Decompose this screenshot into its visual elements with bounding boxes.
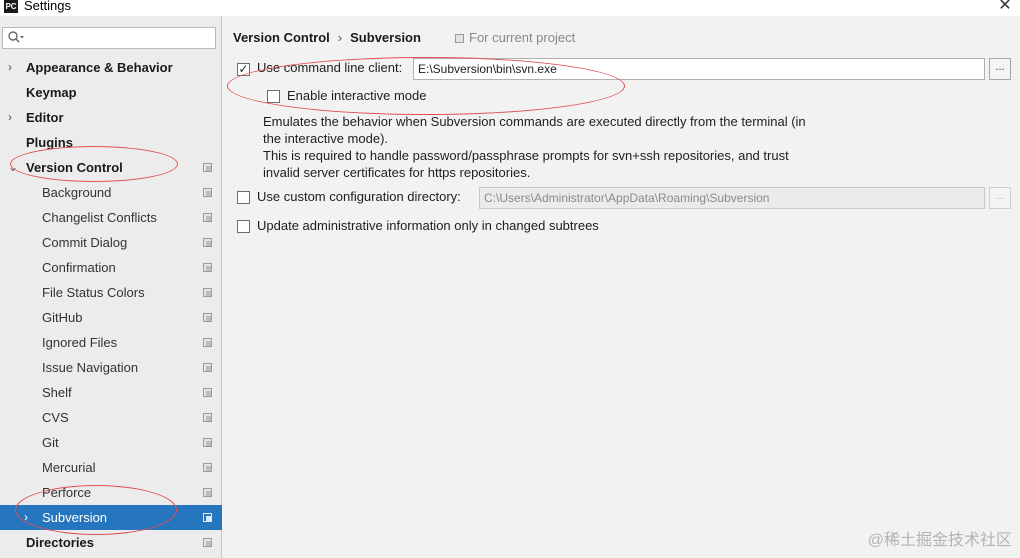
description-line: the interactive mode). <box>263 131 389 146</box>
sidebar-item-subversion[interactable]: › Subversion <box>0 505 222 530</box>
sidebar-item-appearance-behavior[interactable]: › Appearance & Behavior <box>0 55 222 80</box>
project-scope-icon <box>203 313 212 322</box>
chevron-right-icon[interactable]: › <box>24 505 28 530</box>
browse-svn-button[interactable]: ... <box>989 58 1011 80</box>
breadcrumb: Version Control › Subversion For current p… <box>233 30 575 48</box>
config-dir-field[interactable] <box>479 187 985 209</box>
breadcrumb-current: Subversion <box>350 30 421 45</box>
project-scope-icon <box>455 34 464 43</box>
sidebar-item-label: CVS <box>42 410 69 425</box>
update-admin-label[interactable]: Update administrative information only i… <box>257 218 599 233</box>
custom-config-label[interactable]: Use custom configuration directory: <box>257 189 461 204</box>
project-scope-icon <box>203 263 212 272</box>
project-scope-icon <box>203 513 212 522</box>
watermark: @稀土掘金技术社区 <box>867 532 1012 549</box>
sidebar-item-label: Confirmation <box>42 260 116 275</box>
command-line-label[interactable]: Use command line client: <box>257 60 402 75</box>
custom-config-checkbox[interactable] <box>237 191 250 204</box>
settings-sidebar: › Appearance & Behavior Keymap › Editor Plugi… <box>0 16 222 558</box>
sidebar-item-changelist-conflicts[interactable]: Changelist Conflicts <box>0 205 222 230</box>
sidebar-item-mercurial[interactable]: Mercurial <box>0 455 222 480</box>
sidebar-item-label: File Status Colors <box>42 285 145 300</box>
scope-label: For current project <box>469 30 576 45</box>
project-scope-icon <box>203 163 212 172</box>
search-box[interactable] <box>2 27 216 49</box>
interactive-mode-checkbox[interactable] <box>267 90 280 103</box>
command-line-checkbox[interactable]: ✓ <box>237 63 250 76</box>
sidebar-item-file-status-colors[interactable]: File Status Colors <box>0 280 222 305</box>
window-title: Settings <box>24 0 71 13</box>
project-scope-icon <box>203 338 212 347</box>
svn-path-field[interactable] <box>413 58 985 80</box>
search-icon <box>7 30 25 46</box>
sidebar-item-label: Appearance & Behavior <box>26 60 173 75</box>
sidebar-item-label: Plugins <box>26 135 73 150</box>
close-icon[interactable]: ✕ <box>994 0 1016 16</box>
description-line: This is required to handle password/pass… <box>263 148 789 163</box>
breadcrumb-parent[interactable]: Version Control <box>233 30 330 45</box>
sidebar-item-directories[interactable]: Directories <box>0 530 222 555</box>
sidebar-item-label: Commit Dialog <box>42 235 128 250</box>
project-scope-icon <box>203 213 212 222</box>
title-bar: PC Settings ✕ <box>0 0 1020 16</box>
sidebar-item-plugins[interactable]: Plugins <box>0 130 222 155</box>
sidebar-item-shelf[interactable]: Shelf <box>0 380 222 405</box>
sidebar-item-confirmation[interactable]: Confirmation <box>0 255 222 280</box>
app-icon: PC <box>4 0 18 13</box>
sidebar-item-perforce[interactable]: Perforce <box>0 480 222 505</box>
project-scope-icon <box>203 463 212 472</box>
project-scope-icon <box>203 413 212 422</box>
sidebar-item-editor[interactable]: › Editor <box>0 105 222 130</box>
settings-tree: › Appearance & Behavior Keymap › Editor Plugi… <box>0 55 222 555</box>
search-input[interactable] <box>29 30 209 46</box>
sidebar-item-label: Subversion <box>42 510 108 525</box>
breadcrumb-separator: › <box>337 30 343 45</box>
sidebar-item-label: Shelf <box>42 385 72 400</box>
sidebar-item-cvs[interactable]: CVS <box>0 405 222 430</box>
project-scope-icon <box>203 288 212 297</box>
sidebar-item-git[interactable]: Git <box>0 430 222 455</box>
sidebar-item-label: Version Control <box>26 160 123 175</box>
sidebar-item-keymap[interactable]: Keymap <box>0 80 222 105</box>
sidebar-item-label: Background <box>42 185 112 200</box>
project-scope-icon <box>203 188 212 197</box>
sidebar-item-label: Editor <box>26 110 64 125</box>
sidebar-item-label: Mercurial <box>42 460 96 475</box>
description-line: Emulates the behavior when Subversion co… <box>263 114 806 129</box>
description-line: invalid server certificates for https re… <box>263 165 531 180</box>
main-panel: Version Control › Subversion For current p… <box>223 16 1020 558</box>
sidebar-item-github[interactable]: GitHub <box>0 305 222 330</box>
sidebar-item-ignored-files[interactable]: Ignored Files <box>0 330 222 355</box>
project-scope-icon <box>203 238 212 247</box>
sidebar-item-label: Perforce <box>42 485 92 500</box>
sidebar-item-label: Issue Navigation <box>42 360 139 375</box>
sidebar-item-label: GitHub <box>42 310 83 325</box>
interactive-mode-description: Emulates the behavior when Subversion co… <box>263 113 833 181</box>
sidebar-item-issue-navigation[interactable]: Issue Navigation <box>0 355 222 380</box>
chevron-right-icon[interactable]: › <box>8 105 12 130</box>
project-scope-icon <box>203 363 212 372</box>
project-scope-icon <box>203 488 212 497</box>
chevron-right-icon[interactable]: › <box>8 55 12 80</box>
sidebar-item-background[interactable]: Background <box>0 180 222 205</box>
update-admin-checkbox[interactable] <box>237 220 250 233</box>
scope-hint: For current project <box>455 30 575 45</box>
interactive-mode-label[interactable]: Enable interactive mode <box>287 88 426 103</box>
sidebar-item-label: Git <box>42 435 59 450</box>
sidebar-item-commit-dialog[interactable]: Commit Dialog <box>0 230 222 255</box>
chevron-down-icon[interactable]: ⌄ <box>8 155 18 180</box>
project-scope-icon <box>203 438 212 447</box>
browse-config-button[interactable]: ... <box>989 187 1011 209</box>
sidebar-item-label: Directories <box>26 535 94 550</box>
sidebar-item-version-control[interactable]: ⌄ Version Control <box>0 155 222 180</box>
project-scope-icon <box>203 538 212 547</box>
sidebar-item-label: Ignored Files <box>42 335 118 350</box>
sidebar-item-label: Keymap <box>26 85 77 100</box>
project-scope-icon <box>203 388 212 397</box>
sidebar-item-label: Changelist Conflicts <box>42 210 157 225</box>
